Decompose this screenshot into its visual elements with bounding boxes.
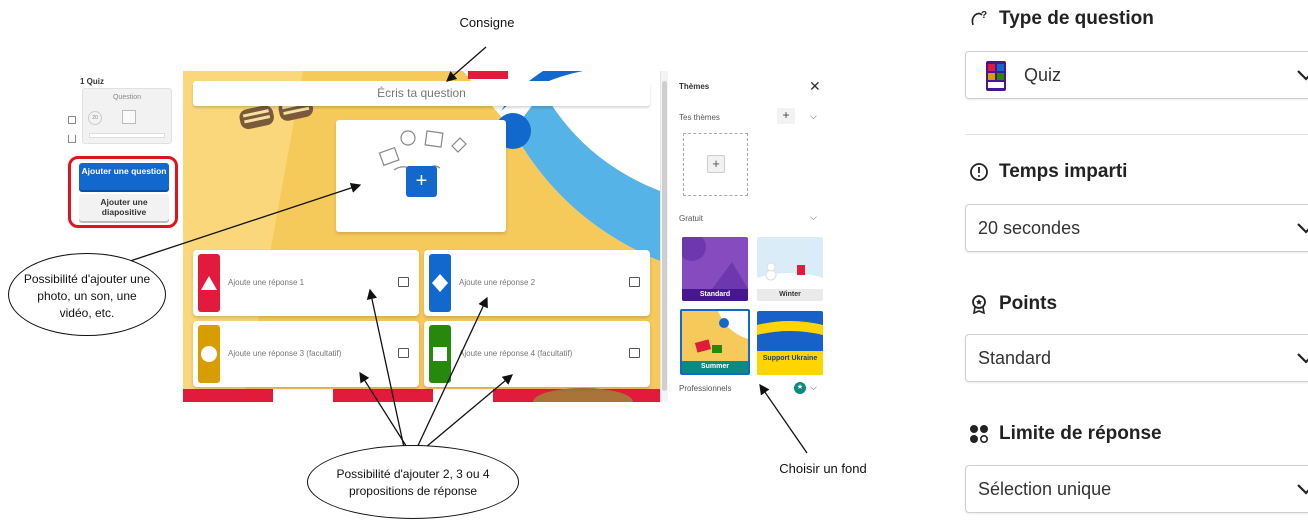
question-input[interactable]: Écris ta question (193, 81, 650, 106)
question-type-dropdown[interactable]: Quiz (965, 51, 1308, 99)
theme-summer-label: Summer (682, 361, 748, 373)
answer-4-input[interactable]: Ajoute une réponse 4 (facultatif) (459, 321, 572, 387)
answer-card-1[interactable]: Ajoute une réponse 1 (193, 250, 419, 316)
answer-limit-label: Limite de réponse (999, 423, 1162, 444)
answer-limit-dropdown[interactable]: Sélection unique (965, 465, 1308, 513)
square-icon (433, 347, 447, 361)
answer-1-image-icon[interactable] (398, 277, 409, 287)
question-type-value: Quiz (1024, 65, 1062, 85)
theme-standard[interactable]: Standard (682, 237, 748, 301)
close-icon[interactable]: ✕ (809, 78, 821, 95)
svg-text:?: ? (981, 10, 987, 21)
media-note-text: Possibilité d'ajouter une photo, un son,… (23, 272, 151, 320)
professional-themes-label: Professionnels (679, 384, 732, 393)
answer-3-input[interactable]: Ajoute une réponse 3 (facultatif) (228, 321, 341, 387)
chevron-down-icon (1297, 484, 1308, 495)
ukraine-preview (757, 321, 823, 335)
slide-thumbnail[interactable]: Question 20 (82, 88, 172, 144)
chevron-down-icon[interactable]: ⌵ (810, 111, 817, 122)
diamond-icon (432, 274, 448, 292)
points-value: Standard (978, 348, 1052, 368)
answer-2-color (429, 254, 451, 312)
chevron-down-icon (1297, 70, 1308, 81)
chevron-down-icon (1297, 223, 1308, 234)
answers-note-text: Possibilité d'ajouter 2, 3 ou 4 proposit… (336, 467, 490, 498)
points-title: Points (969, 293, 1057, 315)
divider (965, 134, 1308, 135)
duplicate-icon[interactable] (68, 116, 76, 124)
clock-icon (970, 163, 988, 181)
time-limit-value: 20 secondes (978, 218, 1081, 238)
summer-preview (694, 311, 748, 353)
question-type-title: ? Type de question (969, 8, 1154, 30)
quiz-icon (986, 61, 1006, 91)
theme-winter-label: Winter (757, 289, 823, 301)
consigne-label: Consigne (459, 15, 515, 30)
question-type-label: Type de question (999, 8, 1154, 29)
time-limit-dropdown[interactable]: 20 secondes (965, 204, 1308, 252)
question-bubble-icon: ? (971, 10, 987, 26)
answer-2-image-icon[interactable] (629, 277, 640, 287)
answer-card-4[interactable]: Ajoute une réponse 4 (facultatif) (424, 321, 650, 387)
circle-icon (201, 346, 217, 362)
theme-support-ukraine[interactable]: Support Ukraine (757, 311, 823, 375)
pro-star-icon: ★ (794, 382, 806, 394)
answer-2-input[interactable]: Ajoute une réponse 2 (459, 250, 535, 316)
add-slide-button[interactable]: Ajouter une diapositive (79, 194, 169, 221)
theme-summer[interactable]: Summer (680, 309, 750, 375)
answer-1-input[interactable]: Ajoute une réponse 1 (228, 250, 304, 316)
winter-preview (757, 262, 823, 301)
thumbnail-title: Question (112, 94, 142, 101)
theme-ukraine-label: Support Ukraine (757, 351, 823, 375)
answer-limit-title: Limite de réponse (969, 423, 1162, 445)
answer-limit-value: Sélection unique (978, 479, 1112, 499)
answer-4-image-icon[interactable] (629, 348, 640, 358)
free-themes-label: Gratuit (679, 214, 704, 223)
add-theme-button[interactable]: + (777, 108, 795, 124)
answer-1-color (198, 254, 220, 312)
add-media-button[interactable]: + (406, 166, 437, 197)
answer-3-image-icon[interactable] (398, 348, 409, 358)
answer-3-color (198, 325, 220, 383)
standard-preview (682, 237, 748, 289)
chevron-down-icon (1297, 353, 1308, 364)
scroll-thumb[interactable] (662, 81, 667, 391)
thumbnail-timer: 20 (88, 111, 102, 125)
answer-4-color (429, 325, 451, 383)
themes-title: Thèmes (679, 82, 710, 91)
answer-card-3[interactable]: Ajoute une réponse 3 (facultatif) (193, 321, 419, 387)
theme-standard-label: Standard (682, 289, 748, 301)
chevron-down-icon[interactable]: ⌵ (810, 212, 817, 223)
thumbnail-image-icon (122, 110, 136, 124)
your-themes-label: Tes thèmes (679, 113, 720, 122)
plus-icon: + (707, 155, 725, 173)
add-question-button[interactable]: Ajouter une question (79, 163, 169, 190)
points-label: Points (999, 293, 1058, 314)
background-note-text: Choisir un fond (779, 461, 867, 476)
theme-winter[interactable]: Winter (757, 237, 823, 301)
points-dropdown[interactable]: Standard (965, 334, 1308, 382)
trash-icon[interactable] (68, 135, 76, 143)
answer-card-2[interactable]: Ajoute une réponse 2 (424, 250, 650, 316)
thumbnail-answers (89, 133, 165, 138)
time-limit-label: Temps imparti (999, 161, 1128, 182)
answer-options-icon (970, 425, 989, 444)
time-limit-title: Temps imparti (969, 161, 1127, 183)
chevron-down-icon[interactable]: ⌵ (810, 382, 817, 393)
create-theme-area[interactable]: + (683, 133, 748, 196)
award-icon (972, 295, 986, 314)
triangle-icon (201, 276, 217, 290)
canvas-scrollbar[interactable] (660, 71, 668, 402)
slide-number-label: 1 Quiz (80, 77, 105, 86)
